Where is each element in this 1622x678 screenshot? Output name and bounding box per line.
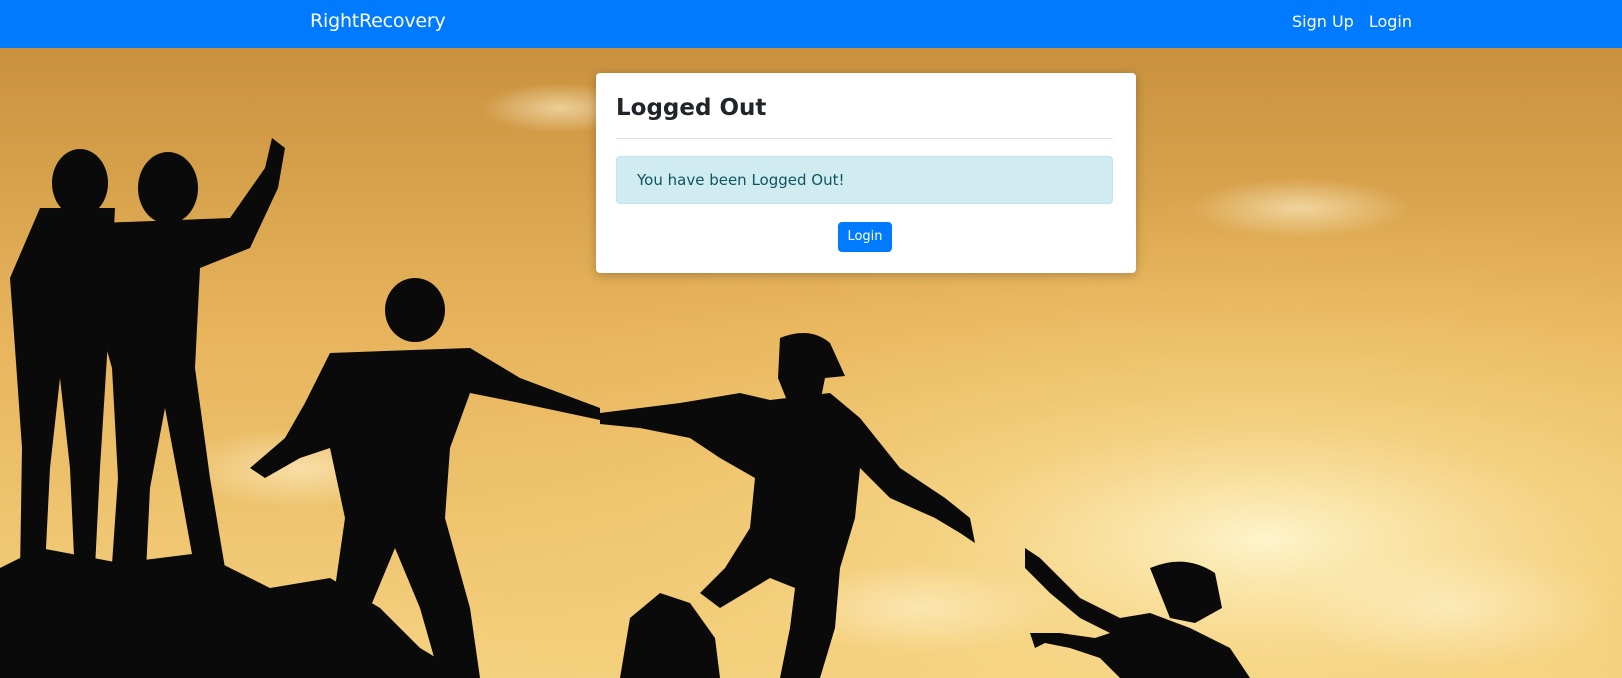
card-divider [616,138,1113,139]
logout-card: Logged Out You have been Logged Out! Log… [596,73,1136,273]
page: RightRecovery Sign Up Login Logged Out Y… [0,0,1622,678]
nav-links: Sign Up Login [1292,12,1412,31]
navbar: RightRecovery Sign Up Login [0,0,1622,48]
card-title: Logged Out [616,95,767,121]
brand-link[interactable]: RightRecovery [310,10,446,32]
nav-login-link[interactable]: Login [1369,12,1412,31]
nav-signup-link[interactable]: Sign Up [1292,12,1354,31]
login-button[interactable]: Login [838,222,892,252]
info-alert: You have been Logged Out! [616,156,1113,204]
